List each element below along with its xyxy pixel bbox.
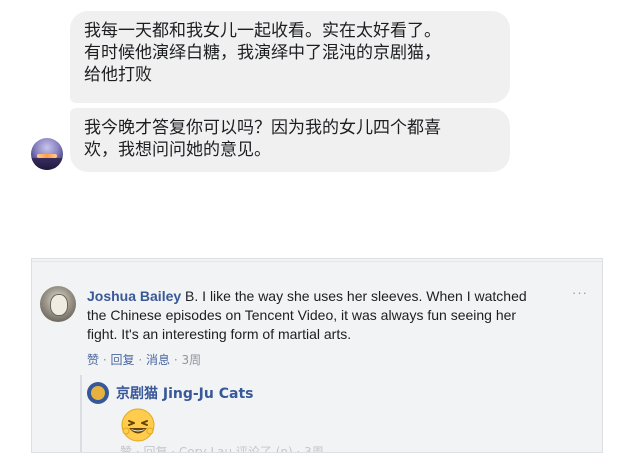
reply-actions-faded: 赞 · 回复 · Cory Lau 评论了 (n) · 3周 (120, 445, 324, 453)
reply-author-link[interactable]: 京剧猫 Jing-Ju Cats (116, 383, 253, 403)
page-avatar[interactable] (87, 382, 109, 404)
divider (32, 261, 602, 262)
reply-thread-line (80, 375, 82, 452)
chat-message-1[interactable]: 我每一天都和我女儿一起收看。实在太好看了。 有时候他演绎白糖，我演绎中了混沌的京… (70, 11, 510, 103)
more-options-icon[interactable]: ··· (572, 285, 588, 300)
avatar-sea (31, 158, 63, 170)
comment-line-1: Joshua Bailey B. I like the way she uses… (87, 287, 567, 306)
page-avatar-mark (91, 386, 105, 400)
chat-thread: 我每一天都和我女儿一起收看。实在太好看了。 有时候他演绎白糖，我演绎中了混沌的京… (0, 0, 618, 200)
chat-message-1-line-2: 有时候他演绎白糖，我演绎中了混沌的京剧猫， (84, 43, 441, 63)
message-button[interactable]: 消息 (146, 353, 170, 367)
chat-message-1-line-1: 我每一天都和我女儿一起收看。实在太好看了。 (84, 21, 441, 41)
comment-body: Joshua Bailey B. I like the way she uses… (87, 287, 567, 344)
like-button[interactable]: 赞 (87, 353, 99, 367)
comment-author-link[interactable]: Joshua Bailey (87, 288, 181, 304)
separator: · (173, 353, 178, 367)
comment-actions: 赞 · 回复 · 消息 · 3周 (87, 351, 201, 368)
reply-button[interactable]: 回复 (111, 353, 135, 367)
separator: · (138, 353, 143, 367)
comment-timestamp[interactable]: 3周 (182, 353, 202, 367)
chat-message-2-line-1: 我今晚才答复你可以吗？因为我的女儿四个都喜 (84, 118, 441, 138)
chat-message-2[interactable]: 我今晚才答复你可以吗？因为我的女儿四个都喜 欢，我想问问她的意见。 (70, 108, 510, 172)
chat-message-1-line-3: 给他打败 (84, 65, 152, 85)
sender-avatar[interactable] (31, 138, 63, 170)
comment-line-2: the Chinese episodes on Tencent Video, i… (87, 307, 517, 323)
separator: · (102, 353, 107, 367)
chat-message-2-line-2: 欢，我想问问她的意见。 (84, 140, 271, 160)
grinning-squinting-face-emoji (121, 408, 155, 442)
comments-panel: Joshua Bailey B. I like the way she uses… (31, 258, 603, 453)
avatar-sunset (37, 154, 57, 158)
avatar-face (50, 294, 68, 316)
comment-line-3: fight. It's an interesting form of marti… (87, 326, 352, 342)
comment-line-1-text: B. I like the way she uses her sleeves. … (185, 288, 527, 304)
commenter-avatar[interactable] (40, 286, 76, 322)
